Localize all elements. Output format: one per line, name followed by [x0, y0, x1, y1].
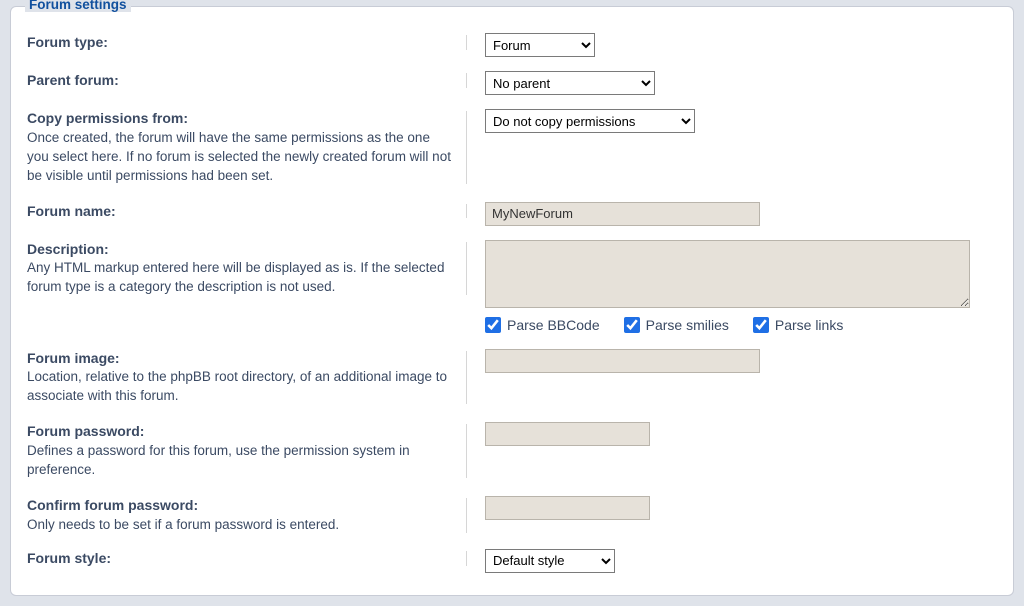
row-forum-name: Forum name: — [27, 202, 997, 226]
label-forum-image: Forum image: — [27, 349, 453, 368]
panel-legend: Forum settings — [25, 0, 131, 12]
confirm-password-input[interactable] — [485, 496, 650, 520]
label-parent-forum: Parent forum: — [27, 71, 453, 90]
parse-smilies-label: Parse smilies — [646, 317, 729, 333]
parse-smilies-option[interactable]: Parse smilies — [624, 317, 729, 333]
forum-image-input[interactable] — [485, 349, 760, 373]
parse-bbcode-checkbox[interactable] — [485, 317, 501, 333]
row-parent-forum: Parent forum: No parent — [27, 71, 997, 95]
row-confirm-password: Confirm forum password: Only needs to be… — [27, 496, 997, 535]
row-forum-type: Forum type: Forum — [27, 33, 997, 57]
parse-links-option[interactable]: Parse links — [753, 317, 843, 333]
label-forum-style: Forum style: — [27, 549, 453, 568]
help-confirm-password: Only needs to be set if a forum password… — [27, 516, 453, 535]
label-confirm-password: Confirm forum password: — [27, 496, 453, 515]
forum-style-select[interactable]: Default style — [485, 549, 615, 573]
forum-name-input[interactable] — [485, 202, 760, 226]
parent-forum-select[interactable]: No parent — [485, 71, 655, 95]
parse-bbcode-option[interactable]: Parse BBCode — [485, 317, 600, 333]
forum-settings-panel: Forum settings Forum type: Forum Parent … — [10, 6, 1014, 596]
description-textarea[interactable] — [485, 240, 970, 308]
row-copy-permissions: Copy permissions from: Once created, the… — [27, 109, 997, 186]
forum-type-select[interactable]: Forum — [485, 33, 595, 57]
row-forum-image: Forum image: Location, relative to the p… — [27, 349, 997, 407]
help-forum-image: Location, relative to the phpBB root dir… — [27, 368, 453, 406]
row-description: Description: Any HTML markup entered her… — [27, 240, 997, 333]
copy-permissions-select[interactable]: Do not copy permissions — [485, 109, 695, 133]
forum-password-input[interactable] — [485, 422, 650, 446]
label-copy-permissions: Copy permissions from: — [27, 109, 453, 128]
help-copy-permissions: Once created, the forum will have the sa… — [27, 129, 453, 186]
help-description: Any HTML markup entered here will be dis… — [27, 259, 453, 297]
row-forum-password: Forum password: Defines a password for t… — [27, 422, 997, 480]
label-description: Description: — [27, 240, 453, 259]
parse-bbcode-label: Parse BBCode — [507, 317, 600, 333]
label-forum-password: Forum password: — [27, 422, 453, 441]
parse-options: Parse BBCode Parse smilies Parse links — [485, 317, 997, 333]
help-forum-password: Defines a password for this forum, use t… — [27, 442, 453, 480]
row-forum-style: Forum style: Default style — [27, 549, 997, 573]
parse-links-label: Parse links — [775, 317, 843, 333]
parse-links-checkbox[interactable] — [753, 317, 769, 333]
parse-smilies-checkbox[interactable] — [624, 317, 640, 333]
label-forum-type: Forum type: — [27, 33, 453, 52]
label-forum-name: Forum name: — [27, 202, 453, 221]
